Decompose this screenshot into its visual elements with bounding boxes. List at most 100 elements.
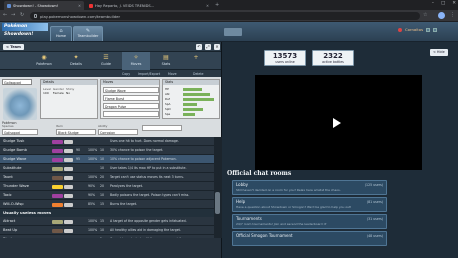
move-row[interactable]: Sludge Bomb 90 100% 10 30% chance to poison …: [0, 146, 214, 155]
move-slot-2[interactable]: Flame Burst: [103, 95, 159, 101]
stats-icon: ▤: [163, 54, 169, 61]
undo-icon[interactable]: ↶: [196, 44, 202, 50]
sound-icon[interactable]: [433, 27, 438, 32]
move-row[interactable]: Substitute 10 User takes 1/4 its max HP to…: [0, 164, 214, 173]
nav-tab-stats[interactable]: ▤ Stats: [152, 52, 180, 70]
move-row[interactable]: Beat Up 100% 10 All healthy allies aid in d…: [0, 226, 214, 235]
category-icon: [64, 157, 73, 162]
stat-bar: [183, 103, 197, 106]
move-description: 10% chance to poison adjacent Pokemon.: [110, 157, 177, 161]
hide-button[interactable]: < Hide: [430, 49, 448, 56]
header-tab-teambuilder[interactable]: ✎ Teambuilder: [73, 26, 103, 41]
scrollbar-thumb[interactable]: [215, 192, 220, 214]
browser-tab-2[interactable]: Hay Reparto, J. VEIDS TRENIDS... ✕: [86, 1, 212, 10]
move-row[interactable]: Attract 100% 15 A target of the opposite ge…: [0, 217, 214, 226]
move-row[interactable]: Block 5 Cannot be selected until the user …: [0, 235, 214, 238]
move-slot-3[interactable]: Dragon Pulse: [103, 103, 159, 109]
stat-row: SpD: [165, 107, 219, 111]
volume-button[interactable]: [224, 28, 242, 36]
move-list-scrollbar[interactable]: [214, 137, 222, 238]
stat-row: Atk: [165, 92, 219, 96]
bookmark-star-icon[interactable]: ☆: [423, 12, 427, 18]
back-arrow-icon[interactable]: ←: [3, 12, 7, 18]
move-accuracy: 100%: [88, 157, 98, 161]
stat-label: HP: [165, 87, 169, 91]
maximize-icon[interactable]: ⤢: [205, 44, 211, 50]
minimize-button[interactable]: –: [432, 1, 434, 6]
stats-box[interactable]: Stats HP Atk Def SpA SpD Spe: [162, 79, 220, 119]
species-field[interactable]: Species Golisopod: [2, 124, 38, 135]
stat-label: Atk: [165, 92, 170, 96]
move-slot-1[interactable]: Sludge Wave: [103, 87, 159, 93]
pokemon-sprite[interactable]: [3, 88, 37, 120]
chat-room-item[interactable]: Official Smogon Tournament (48 users): [232, 231, 387, 246]
reload-icon[interactable]: ↻: [20, 12, 24, 18]
move-pp: 15: [100, 219, 105, 223]
move-row[interactable]: Taunt 100% 20 Target can't use status moves…: [0, 173, 214, 182]
close-tab-icon[interactable]: ✕: [206, 4, 209, 8]
close-tab-icon[interactable]: ✕: [78, 4, 81, 8]
editor-nav-tabs: ◉ Pokémon ✦ Details ☰ Guide ✧ Moves ▤ Stats +: [0, 52, 221, 70]
moves-box: Moves Sludge Wave Flame Burst Dragon Pul…: [100, 79, 160, 119]
details-box[interactable]: Details Level 100 Gender Female Shiny No: [40, 79, 98, 119]
move-slot-4[interactable]: [103, 111, 159, 117]
browser-tab-showdown[interactable]: Showdown! - Showdown! ✕: [4, 1, 84, 10]
details-shiny: Shiny No: [65, 87, 75, 95]
move-name: Toxic: [3, 193, 12, 197]
active-battles-count: 2322: [323, 52, 343, 60]
back-to-team-button[interactable]: < Team: [3, 44, 24, 50]
move-pp: 10: [100, 148, 105, 152]
nav-tab-guide[interactable]: ☰ Guide: [92, 52, 120, 70]
delete-button[interactable]: Delete: [193, 72, 203, 76]
stat-label: SpD: [165, 107, 171, 111]
profile-avatar[interactable]: [438, 12, 445, 19]
move-accuracy: 85%: [88, 202, 96, 206]
category-icon: [64, 193, 73, 198]
ability-field[interactable]: Ability Corrosion: [98, 124, 138, 135]
chat-room-item[interactable]: Lobby (125 users) Still haven't decided on…: [232, 180, 387, 195]
active-battles-counter[interactable]: 2322 active battles: [312, 50, 354, 66]
address-bar[interactable]: play.pokemonshowdown.com/teambuilder: [30, 12, 420, 20]
move-accuracy: 90%: [88, 193, 96, 197]
move-row[interactable]: Will-O-Wisp 85% 15 Burns the target.: [0, 200, 214, 209]
nav-tab-pokemon[interactable]: ◉ Pokémon: [30, 52, 58, 70]
new-tab-button[interactable]: +: [215, 2, 219, 8]
room-description: Have a question about Showdown or Smogon…: [236, 205, 352, 209]
username[interactable]: Cornaltos: [405, 27, 423, 32]
type-icon: [52, 228, 63, 233]
site-logo[interactable]: Pokémon Showdown!: [2, 23, 48, 37]
move-row[interactable]: Toxic 90% 10 Badly poisons the target. Pois…: [0, 191, 214, 200]
category-icon: [64, 219, 73, 224]
nav-tab-details[interactable]: ✦ Details: [62, 52, 90, 70]
move-pp: 15: [100, 202, 105, 206]
room-description: Still haven't decided on a room for you?…: [236, 188, 341, 192]
settings-gear-icon[interactable]: [426, 27, 431, 32]
browser-menu-icon[interactable]: ⋮: [450, 12, 455, 18]
nav-tab-moves[interactable]: ✧ Moves: [122, 52, 150, 70]
copy-button[interactable]: Copy: [122, 72, 130, 76]
close-icon[interactable]: ✕: [214, 44, 220, 50]
details-gender: Gender Female: [52, 87, 64, 95]
close-window-button[interactable]: ✕: [452, 1, 456, 6]
nav-tab-add[interactable]: +: [182, 52, 210, 70]
pokemon-actions-bar: Copy Import/Export Move Delete: [0, 70, 221, 77]
active-battles-label: active battles: [322, 60, 344, 64]
category-icon: [64, 237, 73, 238]
move-row[interactable]: Sludge Wave 95 100% 10 10% chance to poison …: [0, 155, 214, 164]
tera-field[interactable]: [142, 124, 182, 131]
type-icon: [52, 175, 63, 180]
import-export-button[interactable]: Import/Export: [138, 72, 160, 76]
move-row[interactable]: Thunder Wave 90% 20 Paralyzes the target.: [0, 182, 214, 191]
chat-room-item[interactable]: Help (81 users) Have a question about Show…: [232, 197, 387, 212]
nickname-input[interactable]: Golisopod: [2, 79, 32, 85]
move-row[interactable]: Sludge Tusk Uses one hit to hurt. Does no…: [0, 137, 214, 146]
chat-room-item[interactable]: Tournaments (31 users) 24/7 room tournamen…: [232, 214, 387, 229]
stat-bar: [183, 108, 204, 111]
category-icon: [64, 139, 73, 144]
forward-arrow-icon[interactable]: →: [11, 12, 15, 18]
header-tab-home[interactable]: ⌂ Home: [50, 26, 72, 41]
move-button[interactable]: Move: [168, 72, 177, 76]
maximize-button[interactable]: □: [441, 1, 445, 6]
item-field[interactable]: Item Black Sludge: [56, 124, 96, 135]
play-icon[interactable]: [333, 118, 341, 128]
